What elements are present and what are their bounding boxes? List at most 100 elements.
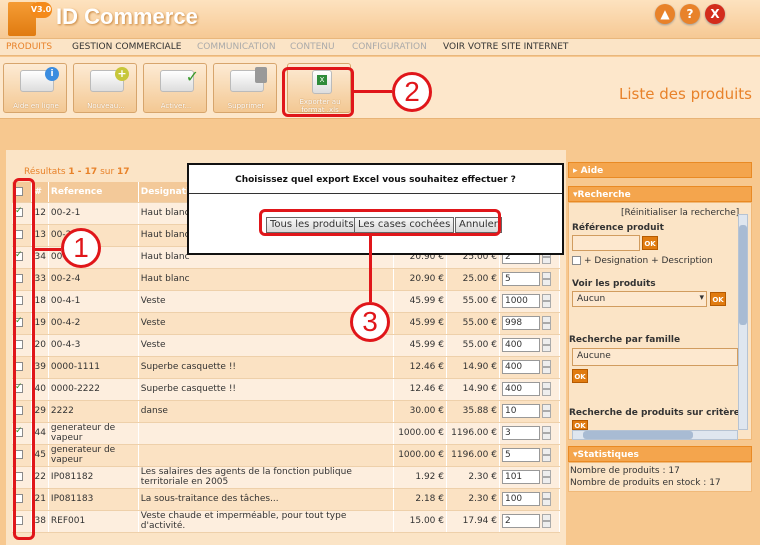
aide-panel-header[interactable]: ▸ Aide — [568, 162, 752, 178]
row-price-ttc: 17.94 € — [446, 510, 500, 533]
famille-select[interactable]: Aucune — [572, 348, 738, 366]
stock-spinner[interactable] — [541, 271, 551, 286]
table-row[interactable]: 39 0000-1111 Superbe casquette !! 12.46 €14… — [12, 356, 561, 379]
check-icon: ✓ — [160, 67, 199, 92]
stock-spinner[interactable] — [541, 315, 551, 330]
row-designation — [138, 422, 395, 445]
row-price-ht: 45.99 € — [393, 334, 447, 357]
reset-search-link[interactable]: [Réinitialiser la recherche] — [621, 208, 739, 218]
dialog-buttons-highlight — [259, 209, 501, 236]
table-row[interactable]: 400000-2222Superbe casquette !!12.46 €14… — [12, 378, 561, 401]
ref-produit-label: Référence produit — [572, 223, 664, 233]
table-row[interactable]: 29 2222 danse 30.00 €35.88 €10 — [12, 400, 561, 423]
stock-spinner[interactable] — [541, 293, 551, 308]
ref-ok-button[interactable]: OK — [642, 236, 658, 250]
row-reference[interactable]: 00-2-1 — [48, 202, 139, 225]
table-row[interactable]: 22 IP081182 Les salaires des agents de la … — [12, 466, 561, 489]
row-stock-input[interactable]: 998 — [501, 316, 540, 331]
row-price-ttc: 55.00 € — [446, 290, 500, 313]
row-stock-input[interactable]: 5 — [501, 272, 540, 287]
nav-contenu[interactable]: CONTENU — [290, 42, 335, 52]
home-icon[interactable]: ▲ — [655, 4, 675, 24]
row-stock-input[interactable]: 5 — [501, 448, 540, 463]
stock-spinner[interactable] — [541, 447, 551, 462]
famille-ok-button[interactable]: OK — [572, 369, 588, 383]
row-stock-input[interactable]: 400 — [501, 382, 540, 397]
row-reference[interactable]: 0000-2222 — [48, 378, 139, 401]
table-row[interactable]: 20 00-4-3 Veste 45.99 €55.00 €400 — [12, 334, 561, 357]
row-stock-input[interactable]: 10 — [501, 404, 540, 419]
row-reference[interactable]: 00-2-4 — [48, 268, 139, 291]
row-reference[interactable]: 2222 — [48, 400, 139, 423]
stock-spinner[interactable] — [541, 469, 551, 484]
stock-spinner[interactable] — [541, 337, 551, 352]
row-reference[interactable]: 0000-1111 — [48, 356, 139, 379]
supprimer-button[interactable]: Supprimer — [213, 63, 277, 113]
stock-spinner[interactable] — [541, 513, 551, 528]
nav-communication[interactable]: COMMUNICATION — [197, 42, 276, 52]
row-price-ttc: 55.00 € — [446, 312, 500, 335]
row-price-ht: 15.00 € — [393, 510, 447, 533]
stock-spinner[interactable] — [541, 425, 551, 440]
row-reference[interactable]: generateur de vapeur — [48, 444, 139, 467]
sidebar-horizontal-scrollbar[interactable] — [572, 430, 738, 440]
row-designation: Les salaires des agents de la fonction p… — [138, 466, 395, 489]
row-price-ht: 45.99 € — [393, 312, 447, 335]
criteres-ok-button[interactable]: OK — [572, 420, 588, 430]
nav-voir-site[interactable]: VOIR VOTRE SITE INTERNET — [443, 42, 568, 52]
stock-spinner[interactable] — [541, 403, 551, 418]
row-reference[interactable]: REF001 — [48, 510, 139, 533]
row-price-ttc: 2.30 € — [446, 488, 500, 511]
statistiques-panel-header[interactable]: ▾Statistiques — [568, 446, 752, 462]
activer-button[interactable]: ✓ Activer... — [143, 63, 207, 113]
nouveau-button[interactable]: + Nouveau... — [73, 63, 137, 113]
row-stock-input[interactable]: 400 — [501, 360, 540, 375]
row-price-ht: 2.18 € — [393, 488, 447, 511]
row-reference[interactable]: IP081182 — [48, 466, 139, 489]
aide-en-ligne-button[interactable]: i Aide en ligne — [3, 63, 67, 113]
row-designation: La sous-traitance des tâches... — [138, 488, 395, 511]
row-reference[interactable]: 00-4-3 — [48, 334, 139, 357]
row-stock-input[interactable]: 2 — [501, 514, 540, 529]
recherche-panel-header[interactable]: ▾Recherche — [568, 186, 752, 202]
stock-spinner[interactable] — [541, 491, 551, 506]
nav-configuration[interactable]: CONFIGURATION — [352, 42, 427, 52]
row-designation — [138, 444, 395, 467]
row-reference[interactable]: 00-4-2 — [48, 312, 139, 335]
nav-produits[interactable]: PRODUITS — [6, 42, 52, 52]
voir-produits-select[interactable]: Aucun ▾ — [572, 291, 707, 307]
stock-spinner[interactable] — [541, 359, 551, 374]
callout-2-line — [354, 90, 392, 93]
close-icon[interactable]: X — [705, 4, 725, 24]
sidebar-vertical-scrollbar[interactable] — [738, 214, 748, 430]
ref-produit-input[interactable] — [572, 235, 640, 251]
row-stock-input[interactable]: 101 — [501, 470, 540, 485]
sidebar: ▸ Aide — [568, 162, 752, 178]
table-row[interactable]: 1900-4-2Veste45.99 €55.00 €998 — [12, 312, 561, 335]
callout-3: 3 — [350, 302, 390, 342]
row-reference[interactable]: 00-4-1 — [48, 290, 139, 313]
row-price-ht: 45.99 € — [393, 290, 447, 313]
row-price-ht: 1000.00 € — [393, 422, 447, 445]
nav-gestion-commerciale[interactable]: GESTION COMMERCIALE — [72, 42, 181, 52]
table-row[interactable]: 45 generateur de vapeur 1000.00 €1196.00 €… — [12, 444, 561, 467]
table-row[interactable]: 18 00-4-1 Veste 45.99 €55.00 €1000 — [12, 290, 561, 313]
row-reference[interactable]: generateur de vapeur — [48, 422, 139, 445]
designation-checkbox[interactable] — [572, 256, 581, 265]
row-stock-input[interactable]: 400 — [501, 338, 540, 353]
row-stock-input[interactable]: 1000 — [501, 294, 540, 309]
table-row[interactable]: 21 IP081183 La sous-traitance des tâches..… — [12, 488, 561, 511]
help-icon[interactable]: ? — [680, 4, 700, 24]
row-designation: danse — [138, 400, 395, 423]
row-stock-input[interactable]: 3 — [501, 426, 540, 441]
row-reference[interactable]: IP081183 — [48, 488, 139, 511]
export-button-highlight — [282, 67, 354, 117]
voir-ok-button[interactable]: OK — [710, 292, 726, 306]
table-row[interactable]: 44generateur de vapeur1000.00 €1196.00 €… — [12, 422, 561, 445]
stock-spinner[interactable] — [541, 381, 551, 396]
table-row[interactable]: 33 00-2-4 Haut blanc 20.90 €25.00 €5 — [12, 268, 561, 291]
row-price-ttc: 25.00 € — [446, 268, 500, 291]
row-stock-input[interactable]: 100 — [501, 492, 540, 507]
col-reference[interactable]: Reference — [48, 182, 139, 203]
table-row[interactable]: 38 REF001 Veste chaude et imperméable, pou… — [12, 510, 561, 533]
